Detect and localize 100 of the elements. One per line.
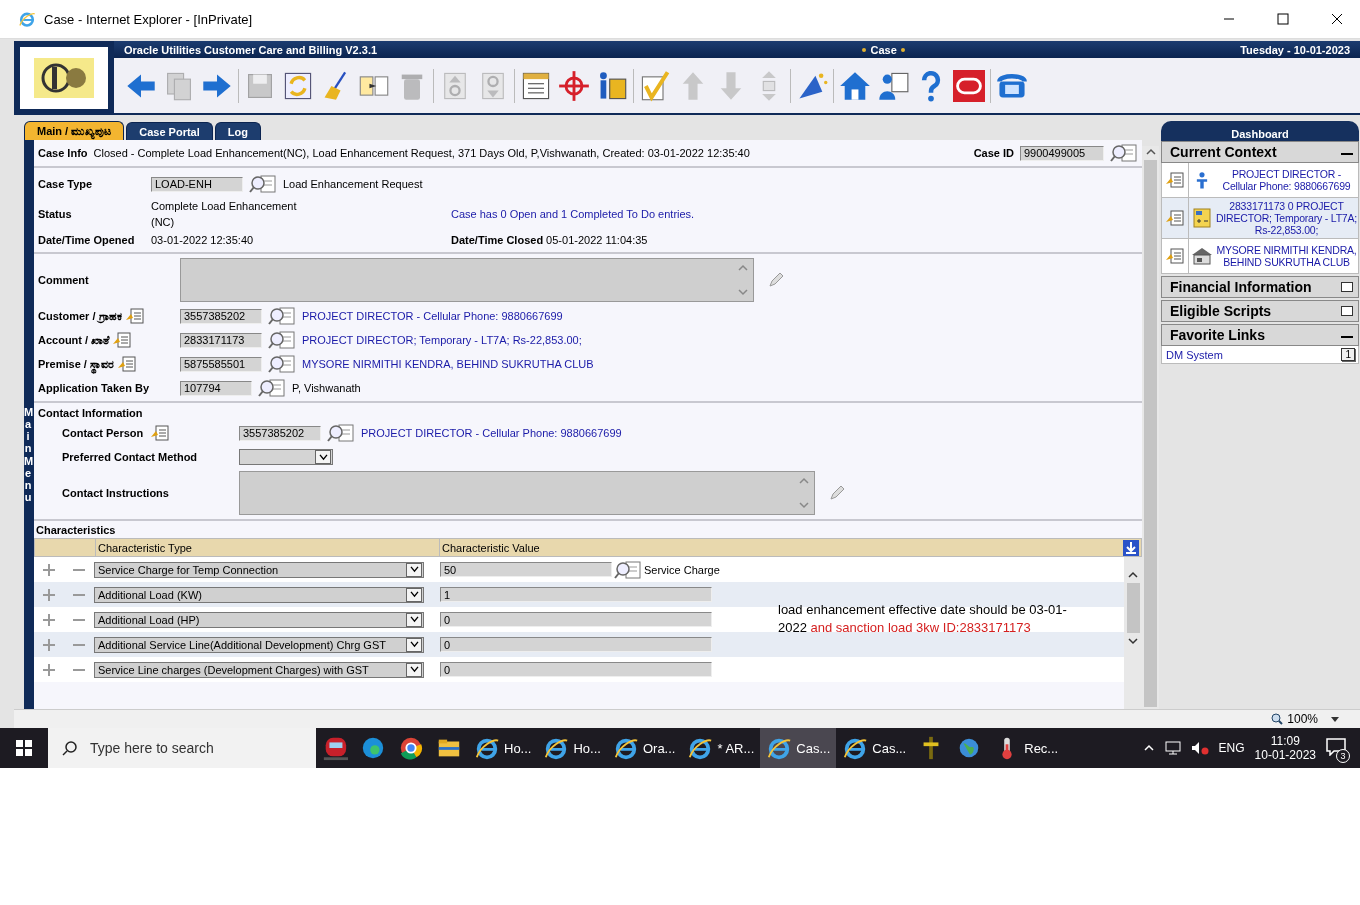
dashboard-section-header[interactable]: Favorite Links [1161, 324, 1359, 346]
contact-person-field[interactable]: 3557385202 [239, 425, 321, 441]
contact-instructions-field[interactable] [239, 471, 815, 515]
user-description: P, Vishwanath [292, 382, 361, 394]
notification-count: 3 [1336, 748, 1350, 763]
search-icon[interactable] [327, 423, 355, 443]
characteristic-type-dropdown[interactable]: Additional Service Line(Additional Development) Chrg GST [94, 636, 424, 653]
taskbar-app[interactable]: * AR... [681, 728, 761, 768]
status-value: Complete Load Enhancement (NC) [151, 199, 298, 230]
calculator-icon [1193, 208, 1211, 228]
characteristic-value-field[interactable]: 50 [440, 562, 612, 577]
muted-speaker-icon[interactable] [1190, 741, 1209, 755]
person-icon [1196, 171, 1208, 189]
tab[interactable]: Log [214, 122, 261, 140]
contact-method-dropdown[interactable] [239, 449, 333, 465]
dashboard-section-header[interactable]: Eligible Scripts [1161, 300, 1359, 322]
taskbar-app[interactable]: Cas... [836, 728, 913, 768]
network-icon[interactable] [1164, 741, 1181, 755]
product-title: Oracle Utilities Customer Care and Billing V2.3.1 [124, 43, 378, 56]
add-row-icon[interactable] [42, 612, 56, 627]
company-logo-icon [33, 58, 95, 98]
add-row-icon[interactable] [42, 662, 56, 677]
todo-summary-link[interactable]: Case has 0 Open and 1 Completed To Do entries. [451, 208, 1138, 220]
taskbar-app[interactable]: Cas... [760, 728, 837, 768]
premise-id-field[interactable]: 5875585501 [180, 356, 262, 372]
taskbar-search-field[interactable]: Type here to search [48, 728, 316, 768]
case-type-description: Load Enhancement Request [283, 178, 423, 190]
search-icon[interactable] [268, 354, 296, 374]
characteristic-value-field[interactable]: 0 [440, 662, 712, 677]
field-label: Case Info [38, 147, 88, 159]
characteristic-value-field[interactable]: 1 [440, 587, 712, 602]
edge-browser-icon [360, 735, 386, 761]
favorite-link[interactable]: DM System [1166, 348, 1223, 361]
characteristic-value-field[interactable]: 0 [440, 637, 712, 652]
search-icon[interactable] [249, 174, 277, 194]
caret-icon[interactable] [1330, 714, 1340, 724]
caret-icon [409, 566, 419, 573]
context-menu-icon[interactable] [118, 356, 136, 372]
scrollbar-thumb[interactable] [1126, 583, 1140, 633]
pencil-icon[interactable] [768, 272, 784, 288]
scrollbar-thumb[interactable] [1144, 160, 1157, 707]
contact-person-description[interactable]: PROJECT DIRECTOR - Cellular Phone: 9880667699 [361, 427, 622, 439]
pencil-icon[interactable] [829, 485, 845, 501]
tab[interactable]: Main / ಮುಖ್ಯಪುಟ [24, 121, 125, 140]
add-row-icon[interactable] [42, 562, 56, 577]
internet-explorer-icon [18, 10, 36, 28]
premise-description[interactable]: MYSORE NIRMITHI KENDRA, BEHIND SUKRUTHA CLUB [302, 358, 594, 370]
expand-icon[interactable] [1341, 306, 1353, 316]
context-menu-icon[interactable] [125, 308, 144, 324]
context-menu-icon[interactable] [1166, 172, 1184, 188]
zoom-icon[interactable] [1271, 713, 1284, 725]
case-type-field[interactable]: LOAD-ENH [151, 176, 243, 192]
scroll-down-icon[interactable] [1127, 635, 1139, 647]
field-label: Contact Person [62, 427, 144, 439]
download-icon[interactable] [1123, 539, 1139, 556]
search-icon [62, 740, 78, 756]
oracle-logo-icon[interactable] [951, 67, 987, 104]
context-menu-icon[interactable] [113, 332, 132, 348]
context-menu-icon[interactable] [151, 425, 170, 441]
language-indicator[interactable]: ENG [1218, 741, 1245, 755]
windows-start-icon[interactable] [16, 740, 32, 756]
taskbar-app[interactable]: Ora... [606, 728, 682, 768]
search-icon[interactable] [268, 306, 296, 326]
search-icon[interactable] [614, 559, 642, 580]
scroll-arrows-icon[interactable] [737, 262, 749, 298]
taskbar-app[interactable]: Ho... [537, 728, 607, 768]
main-menu-label[interactable]: Main Menu [24, 406, 32, 503]
add-row-icon[interactable] [42, 637, 56, 652]
field-label: Date/Time Closed [451, 234, 544, 246]
add-row-icon[interactable] [42, 587, 56, 602]
taskbar-app[interactable]: Rec... [988, 728, 1065, 768]
section-title: Contact Information [38, 407, 144, 419]
zoom-level[interactable]: 100% [1287, 712, 1318, 726]
dashboard-section-header[interactable]: Current Context [1161, 141, 1359, 163]
search-icon[interactable] [1110, 143, 1138, 163]
context-menu-icon[interactable] [1166, 248, 1184, 264]
customer-id-field[interactable]: 3557385202 [180, 308, 262, 324]
tab[interactable]: Case Portal [126, 122, 213, 140]
characteristic-type-dropdown[interactable]: Service Charge for Temp Connection [94, 561, 424, 578]
characteristic-value-field[interactable]: 0 [440, 612, 712, 627]
field-label: Date/Time Opened [38, 234, 136, 246]
dashboard-section-header[interactable]: Financial Information [1161, 276, 1359, 298]
user-id-field[interactable]: 107794 [180, 380, 252, 396]
field-label: Case Type [38, 178, 94, 190]
account-description[interactable]: PROJECT DIRECTOR; Temporary - LT7A; Rs-22,853.00; [302, 334, 582, 346]
clock[interactable]: 11:09 10-01-2023 [1254, 734, 1316, 762]
context-menu-icon[interactable] [1166, 210, 1184, 226]
characteristic-type-dropdown[interactable]: Additional Load (HP) [94, 611, 424, 628]
comment-field[interactable] [180, 258, 754, 302]
characteristic-type-dropdown[interactable]: Additional Load (KW) [94, 586, 424, 603]
search-icon[interactable] [258, 378, 286, 398]
characteristic-type-dropdown[interactable]: Service Line charges (Development Charges) with GST [94, 661, 424, 678]
account-id-field[interactable]: 2833171173 [180, 332, 262, 348]
taskbar-app[interactable]: Ho... [468, 728, 538, 768]
case-id-field[interactable]: 9900499005 [1020, 145, 1104, 161]
search-icon[interactable] [268, 330, 296, 350]
scroll-arrows-icon[interactable] [798, 475, 810, 511]
field-label: Status [38, 208, 73, 220]
customer-description[interactable]: PROJECT DIRECTOR - Cellular Phone: 9880667699 [302, 310, 563, 322]
expand-icon[interactable] [1341, 282, 1353, 292]
